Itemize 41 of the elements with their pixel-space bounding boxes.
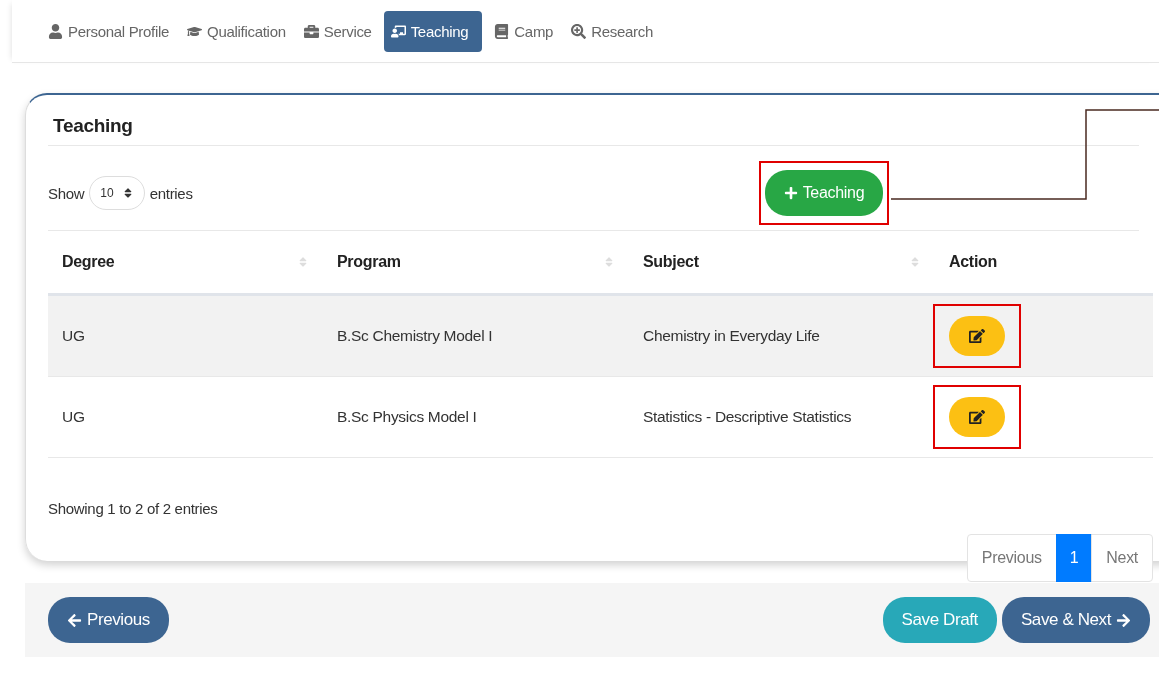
entries-info: Showing 1 to 2 of 2 entries <box>48 500 218 517</box>
tab[interactable]: Teaching <box>383 11 483 52</box>
table-cell: UG <box>62 408 85 425</box>
plus-icon <box>783 186 798 200</box>
arrow-right-icon <box>1116 612 1131 628</box>
table-cell: Statistics - Descriptive Statistics <box>643 408 852 425</box>
previous-page-button[interactable]: Previous <box>966 534 1057 582</box>
save-next-button[interactable]: Save & Next <box>1001 597 1150 643</box>
add-button[interactable]: Teaching <box>764 170 884 216</box>
edit-icon <box>969 328 985 344</box>
card-title: Teaching <box>48 95 1139 146</box>
sort-icon[interactable] <box>297 256 309 268</box>
tab[interactable]: Research <box>565 11 659 52</box>
tab[interactable]: Personal Profile <box>42 11 176 52</box>
previous-button[interactable]: Previous <box>48 597 169 643</box>
graduation-cap-icon <box>187 24 203 39</box>
arrow-left-icon <box>67 612 82 628</box>
edit-button[interactable] <box>949 316 1005 356</box>
column-header: Program <box>337 253 401 271</box>
tab[interactable]: Qualification <box>181 11 292 52</box>
edit-button[interactable] <box>949 397 1005 437</box>
column-header: Action <box>949 253 997 271</box>
book-icon <box>494 24 510 39</box>
table-cell: Chemistry in Everyday Life <box>643 327 820 344</box>
table-cell: UG <box>62 327 85 344</box>
show-label: Show <box>48 184 85 202</box>
column-header: Subject <box>643 253 699 271</box>
table-cell: B.Sc Physics Model I <box>337 408 477 425</box>
sort-icon[interactable] <box>909 256 921 268</box>
edit-icon <box>969 409 985 425</box>
zoom-in-icon <box>571 24 587 39</box>
teacher-icon <box>390 24 406 39</box>
entries-label: entries <box>149 184 193 202</box>
table-cell: B.Sc Chemistry Model I <box>337 327 493 344</box>
column-header: Degree <box>62 253 115 271</box>
tab[interactable]: Camp <box>488 11 560 52</box>
next-page-button[interactable]: Next <box>1091 534 1153 582</box>
sort-icon[interactable] <box>603 256 615 268</box>
tab[interactable]: Service <box>297 11 378 52</box>
user-icon <box>48 24 63 39</box>
briefcase-icon <box>303 24 319 39</box>
